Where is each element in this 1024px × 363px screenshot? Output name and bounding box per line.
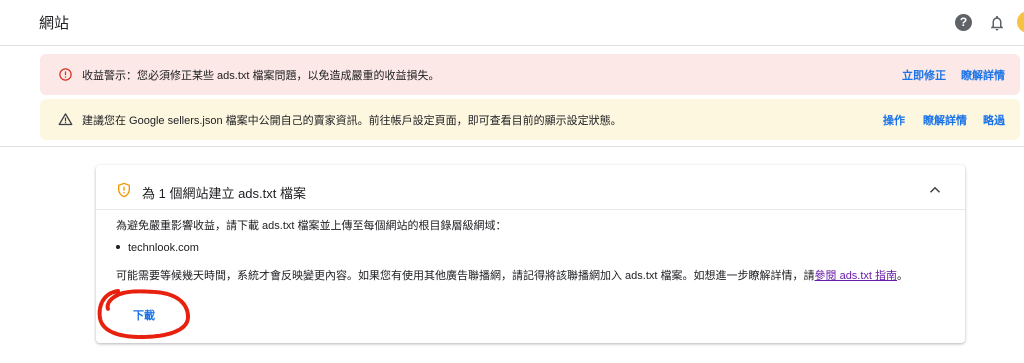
revenue-alert-banner: 收益警示：您必須修正某些 ads.txt 檔案問題，以免造成嚴重的收益損失。 立… xyxy=(40,54,1020,95)
download-button[interactable]: 下載 xyxy=(133,307,155,323)
sellers-learn-more-link[interactable]: 瞭解詳情 xyxy=(923,112,967,128)
chevron-up-icon[interactable] xyxy=(926,181,944,199)
dismiss-link[interactable]: 略過 xyxy=(983,112,1005,128)
card-divider xyxy=(96,209,965,210)
top-bar: 網站 ? xyxy=(0,0,1024,46)
site-list-item: technlook.com xyxy=(116,242,199,254)
shield-warning-icon xyxy=(118,182,130,198)
card-note: 可能需要等候幾天時間，系統才會反映變更內容。如果您有使用其他廣告聯播網，請記得將… xyxy=(116,267,908,283)
revenue-learn-more-link[interactable]: 瞭解詳情 xyxy=(961,67,1005,83)
warning-icon xyxy=(58,113,73,126)
ads-txt-card: 為 1 個網站建立 ads.txt 檔案 為避免嚴重影響收益，請下載 ads.t… xyxy=(96,165,965,343)
card-description: 為避免嚴重影響收益，請下載 ads.txt 檔案並上傳至每個網站的根目錄層級網域… xyxy=(116,220,507,232)
error-icon xyxy=(59,68,72,81)
note-text: 可能需要等候幾天時間，系統才會反映變更內容。如果您有使用其他廣告聯播網，請記得將… xyxy=(116,270,815,282)
sellers-json-message: 建議您在 Google sellers.json 檔案中公開自己的賣家資訊。前往… xyxy=(82,115,622,127)
notifications-icon[interactable] xyxy=(988,13,1006,33)
fix-now-link[interactable]: 立即修正 xyxy=(902,67,946,83)
site-domain: technlook.com xyxy=(128,242,199,254)
ads-txt-guide-link[interactable]: 參閱 ads.txt 指南 xyxy=(815,270,898,282)
action-link[interactable]: 操作 xyxy=(883,112,905,128)
account-avatar[interactable] xyxy=(1017,11,1024,33)
bullet-icon xyxy=(116,245,120,250)
note-suffix: 。 xyxy=(897,270,909,282)
card-title: 為 1 個網站建立 ads.txt 檔案 xyxy=(142,186,306,201)
section-divider xyxy=(0,146,1024,147)
page-title: 網站 xyxy=(39,15,70,32)
help-icon[interactable]: ? xyxy=(955,14,972,31)
revenue-alert-message: 收益警示：您必須修正某些 ads.txt 檔案問題，以免造成嚴重的收益損失。 xyxy=(82,70,440,82)
sellers-json-banner: 建議您在 Google sellers.json 檔案中公開自己的賣家資訊。前往… xyxy=(40,99,1020,140)
